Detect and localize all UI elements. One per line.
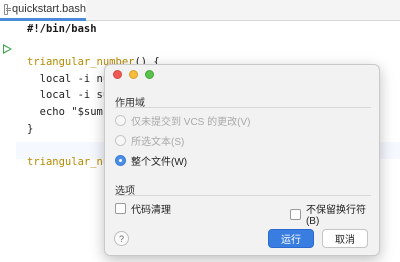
checkbox-label: 不保留换行符(B) [305, 205, 366, 227]
radio-button[interactable] [115, 135, 126, 146]
radio-uncommitted-changes[interactable]: 仅未提交到 VCS 的更改(V) [115, 113, 250, 128]
checkbox[interactable] [115, 203, 126, 214]
editor-gutter [0, 21, 16, 262]
close-icon[interactable] [113, 70, 122, 79]
file-icon [4, 3, 12, 15]
cancel-button[interactable]: 取消 [322, 229, 368, 248]
run-icon[interactable] [3, 44, 12, 54]
divider [115, 195, 371, 196]
dialog-titlebar[interactable] [105, 65, 379, 85]
radio-selected-text[interactable]: 所选文本(S) [115, 133, 184, 148]
radio-label: 整个文件(W) [131, 157, 188, 168]
radio-label: 仅未提交到 VCS 的更改(V) [131, 117, 251, 128]
tab-quickstart-bash[interactable]: quickstart.bash [0, 0, 86, 21]
radio-button-selected[interactable] [115, 155, 126, 166]
tab-label: quickstart.bash [12, 3, 86, 15]
radio-button[interactable] [115, 115, 126, 126]
code-line: #!/bin/bash [27, 23, 97, 35]
divider [115, 107, 371, 108]
checkbox-keep-line-breaks[interactable]: 不保留换行符(B) [290, 201, 379, 227]
reformat-dialog: 作用域 仅未提交到 VCS 的更改(V) 所选文本(S) 整个文件(W) 选项 … [104, 64, 380, 256]
help-button[interactable]: ? [114, 231, 129, 246]
checkbox[interactable] [290, 208, 301, 220]
run-button[interactable]: 运行 [268, 229, 314, 248]
checkbox-label: 代码清理 [131, 205, 171, 216]
radio-label: 所选文本(S) [131, 137, 185, 148]
checkbox-code-cleanup[interactable]: 代码清理 [115, 201, 171, 216]
editor-tab-bar: quickstart.bash [0, 0, 400, 21]
minimize-icon[interactable] [129, 70, 138, 79]
radio-whole-file[interactable]: 整个文件(W) [115, 153, 187, 168]
maximize-icon[interactable] [145, 70, 154, 79]
